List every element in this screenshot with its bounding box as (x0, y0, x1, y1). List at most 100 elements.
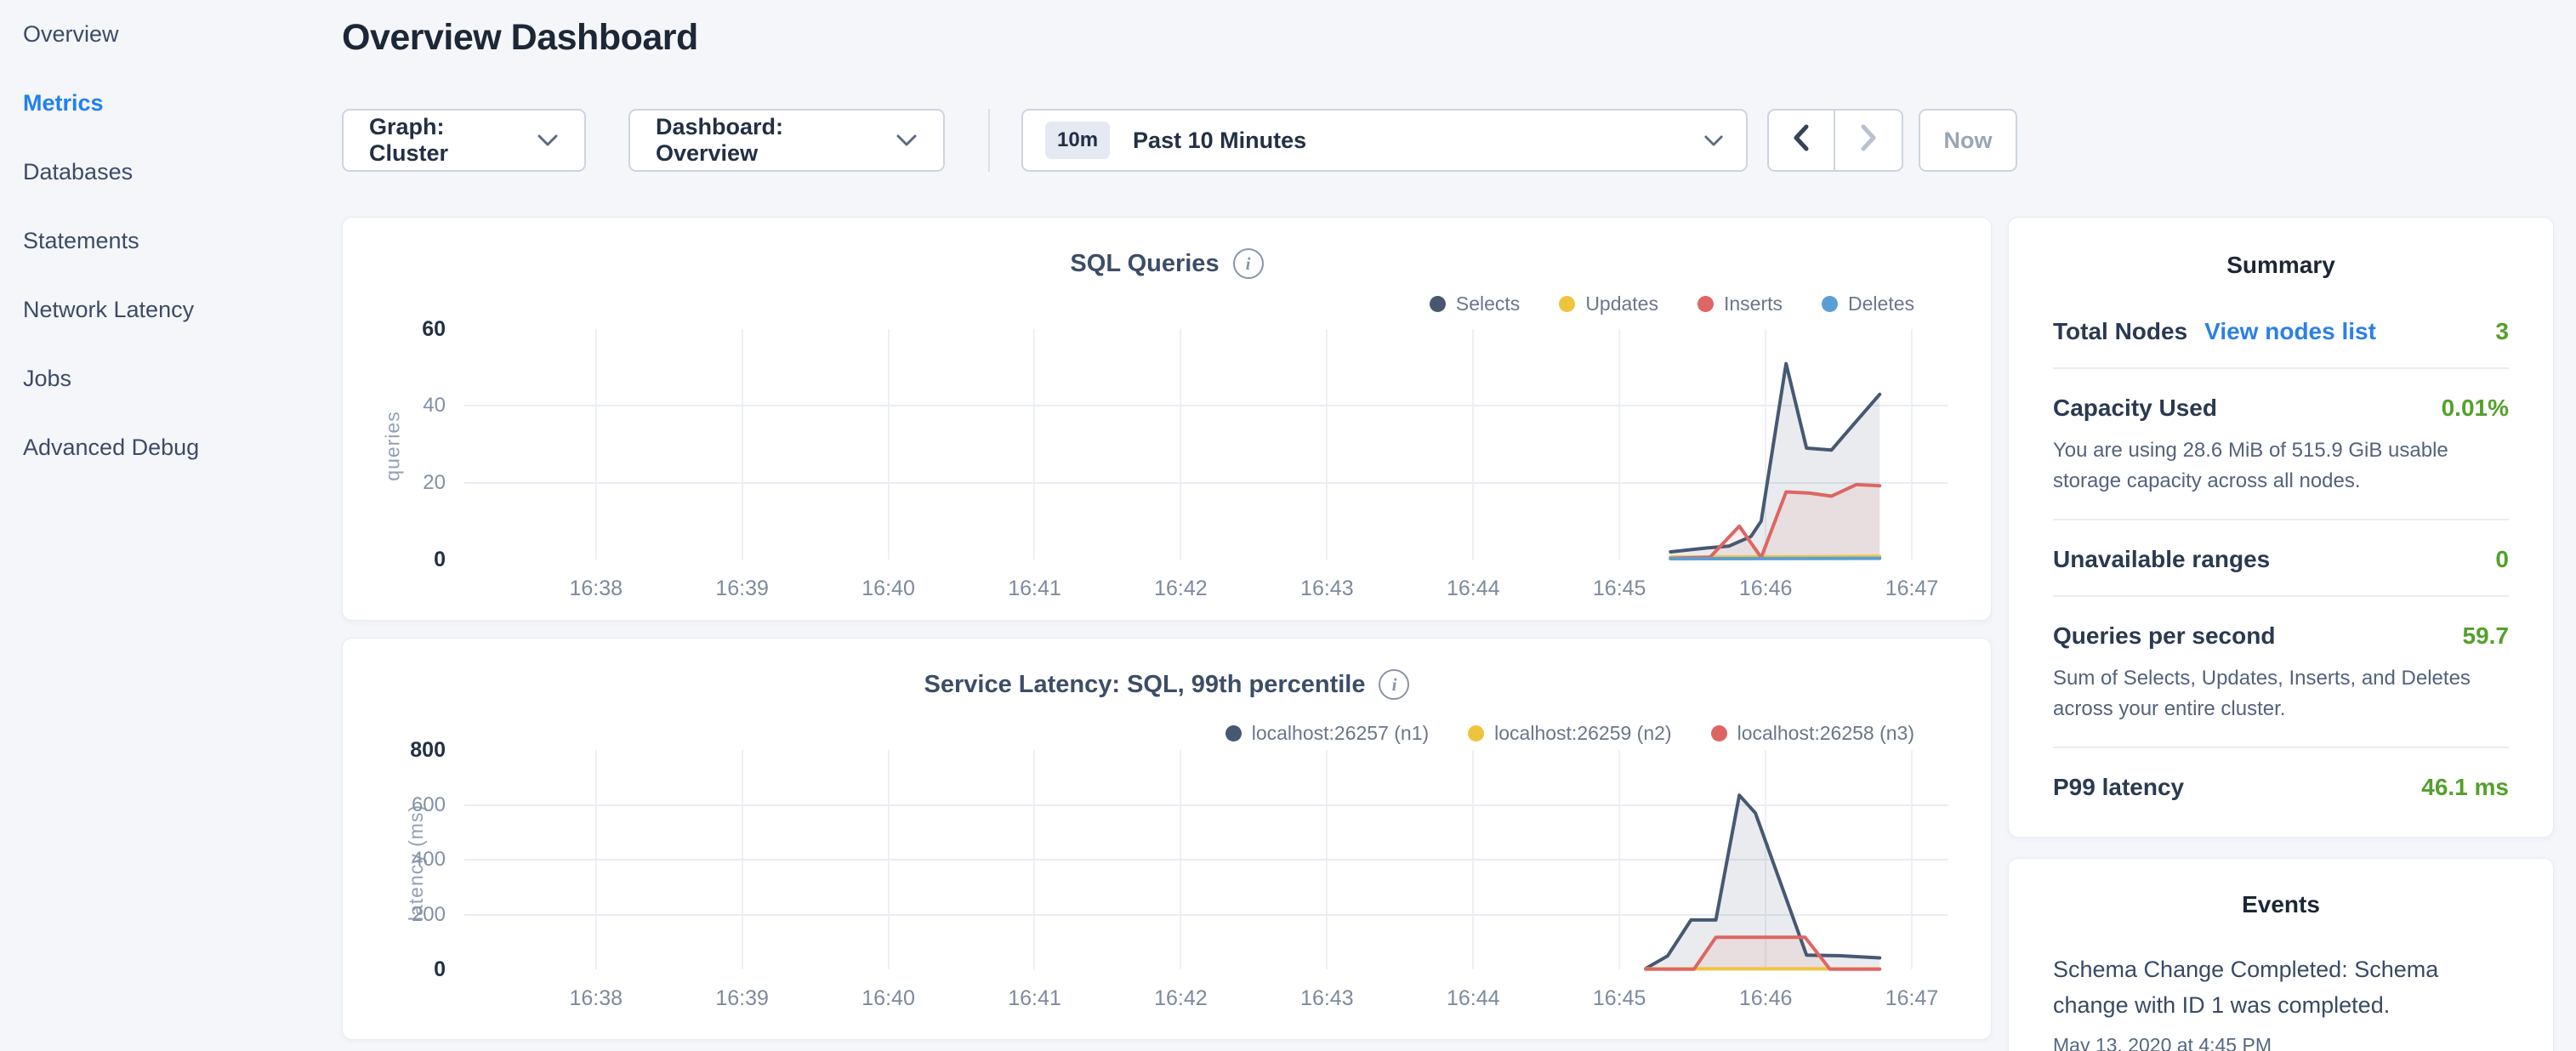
legend-label: localhost:26257 (n1) (1252, 722, 1429, 745)
summary-row-total-nodes: Total Nodes View nodes list 3 (2053, 293, 2509, 369)
summary-value: 59.7 (2463, 622, 2510, 650)
time-range-badge: 10m (1045, 122, 1110, 159)
chart-legend: localhost:26257 (n1) localhost:26259 (n2… (1225, 722, 1914, 745)
y-tick-label: 20 (369, 470, 446, 496)
x-tick-label: 16:45 (1568, 577, 1670, 601)
summary-label: P99 latency (2053, 774, 2184, 801)
sidebar-item-databases[interactable]: Databases (0, 138, 332, 207)
x-tick-label: 16:46 (1714, 986, 1817, 1011)
legend-label: localhost:26259 (n2) (1494, 722, 1671, 745)
x-tick-label: 16:47 (1861, 986, 1963, 1011)
y-tick-label: 200 (369, 902, 446, 928)
toolbar: Graph: Cluster Dashboard: Overview 10m P… (342, 109, 2017, 172)
legend-item: localhost:26258 (n3) (1711, 722, 1914, 745)
summary-row-capacity-used: Capacity Used 0.01% You are using 28.6 M… (2053, 369, 2509, 520)
y-tick-label: 800 (369, 737, 446, 763)
x-tick-label: 16:47 (1861, 577, 1963, 601)
now-button[interactable]: Now (1919, 109, 2017, 172)
service-latency-chart-card: Service Latency: SQL, 99th percentile i … (342, 638, 1992, 1040)
chevron-right-icon (1860, 124, 1877, 157)
time-range-dropdown[interactable]: 10m Past 10 Minutes (1021, 109, 1748, 172)
graph-dropdown[interactable]: Graph: Cluster (342, 109, 586, 172)
legend-item: Inserts (1697, 293, 1783, 315)
summary-value: 0.01% (2442, 395, 2509, 422)
summary-description: Sum of Selects, Updates, Inserts, and De… (2053, 663, 2509, 724)
chevron-down-icon (537, 134, 559, 147)
next-time-window-button[interactable] (1835, 111, 1902, 170)
legend-item: localhost:26257 (n1) (1225, 722, 1429, 745)
previous-time-window-button[interactable] (1769, 111, 1835, 170)
x-tick-label: 16:38 (545, 577, 647, 601)
time-range-label: Past 10 Minutes (1133, 128, 1306, 154)
legend-item: localhost:26259 (n2) (1468, 722, 1671, 745)
legend-item: Selects (1430, 293, 1520, 315)
dashboard-dropdown-label: Dashboard: Overview (656, 114, 877, 167)
dashboard-dropdown[interactable]: Dashboard: Overview (628, 109, 945, 172)
x-tick-label: 16:44 (1422, 577, 1524, 601)
event-timestamp: May 13, 2020 at 4:45 PM (2053, 1034, 2509, 1051)
summary-label: Capacity Used (2053, 395, 2217, 422)
legend-dot (1822, 296, 1838, 312)
y-tick-label: 0 (369, 547, 446, 572)
event-text: Schema Change Completed: Schema change w… (2053, 952, 2509, 1024)
legend-dot (1430, 296, 1446, 312)
legend-item: Updates (1559, 293, 1658, 315)
summary-label: Unavailable ranges (2053, 546, 2270, 573)
x-tick-label: 16:41 (983, 986, 1085, 1011)
sidebar-item-advanced-debug[interactable]: Advanced Debug (0, 413, 332, 482)
x-tick-label: 16:40 (838, 986, 940, 1011)
chart-title: SQL Queries (1070, 250, 1219, 278)
events-title: Events (2053, 891, 2509, 918)
chevron-left-icon (1793, 124, 1810, 157)
x-tick-label: 16:44 (1422, 986, 1524, 1011)
x-tick-label: 16:40 (838, 577, 940, 601)
y-tick-label: 400 (369, 847, 446, 872)
events-panel: Events Schema Change Completed: Schema c… (2008, 858, 2554, 1051)
legend-label: localhost:26258 (n3) (1737, 722, 1914, 745)
summary-row-queries-per-second: Queries per second 59.7 Sum of Selects, … (2053, 597, 2509, 748)
legend-label: Deletes (1848, 293, 1914, 315)
event-list-item[interactable]: Schema Change Completed: Schema change w… (2053, 952, 2509, 1051)
x-tick-label: 16:41 (983, 577, 1085, 601)
summary-value: 3 (2495, 318, 2509, 345)
legend-dot (1468, 725, 1484, 741)
sidebar: Overview Metrics Databases Statements Ne… (0, 0, 332, 482)
app-window: Overview Metrics Databases Statements Ne… (0, 0, 2576, 1051)
x-tick-label: 16:43 (1276, 577, 1378, 601)
chart-series-svg (464, 750, 1948, 969)
sidebar-item-network-latency[interactable]: Network Latency (0, 276, 332, 344)
sidebar-item-metrics[interactable]: Metrics (0, 69, 332, 138)
y-tick-label: 40 (369, 393, 446, 418)
view-nodes-list-link[interactable]: View nodes list (2204, 318, 2376, 345)
summary-value: 46.1 ms (2421, 774, 2509, 801)
legend-dot (1711, 725, 1727, 741)
summary-value: 0 (2495, 546, 2509, 573)
sidebar-item-overview[interactable]: Overview (0, 0, 332, 69)
chevron-down-icon (896, 134, 918, 147)
x-tick-label: 16:39 (691, 577, 793, 601)
graph-dropdown-label: Graph: Cluster (369, 114, 518, 167)
info-icon[interactable]: i (1233, 248, 1264, 279)
y-tick-label: 600 (369, 793, 446, 818)
summary-panel: Summary Total Nodes View nodes list 3 Ca… (2008, 217, 2554, 838)
x-tick-label: 16:39 (691, 986, 793, 1011)
legend-label: Selects (1456, 293, 1520, 315)
sidebar-item-jobs[interactable]: Jobs (0, 344, 332, 413)
chart-legend: Selects Updates Inserts Deletes (1430, 293, 1914, 315)
y-tick-label: 0 (369, 957, 446, 982)
legend-label: Updates (1585, 293, 1658, 315)
chevron-down-icon (1703, 134, 1724, 147)
chart-title: Service Latency: SQL, 99th percentile (924, 671, 1366, 699)
x-tick-label: 16:42 (1129, 577, 1231, 601)
time-step-buttons (1767, 109, 1903, 172)
y-tick-label: 60 (369, 316, 446, 342)
plot-area[interactable]: 16:3816:3916:4016:4116:4216:4316:4416:45… (464, 329, 1948, 560)
info-icon[interactable]: i (1379, 669, 1409, 700)
legend-item: Deletes (1822, 293, 1914, 315)
x-tick-label: 16:45 (1568, 986, 1670, 1011)
summary-description: You are using 28.6 MiB of 515.9 GiB usab… (2053, 435, 2509, 497)
plot-area[interactable]: 16:3816:3916:4016:4116:4216:4316:4416:45… (464, 750, 1948, 969)
sidebar-item-statements[interactable]: Statements (0, 207, 332, 276)
summary-row-p99-latency: P99 latency 46.1 ms (2053, 748, 2509, 823)
summary-row-unavailable-ranges: Unavailable ranges 0 (2053, 520, 2509, 597)
